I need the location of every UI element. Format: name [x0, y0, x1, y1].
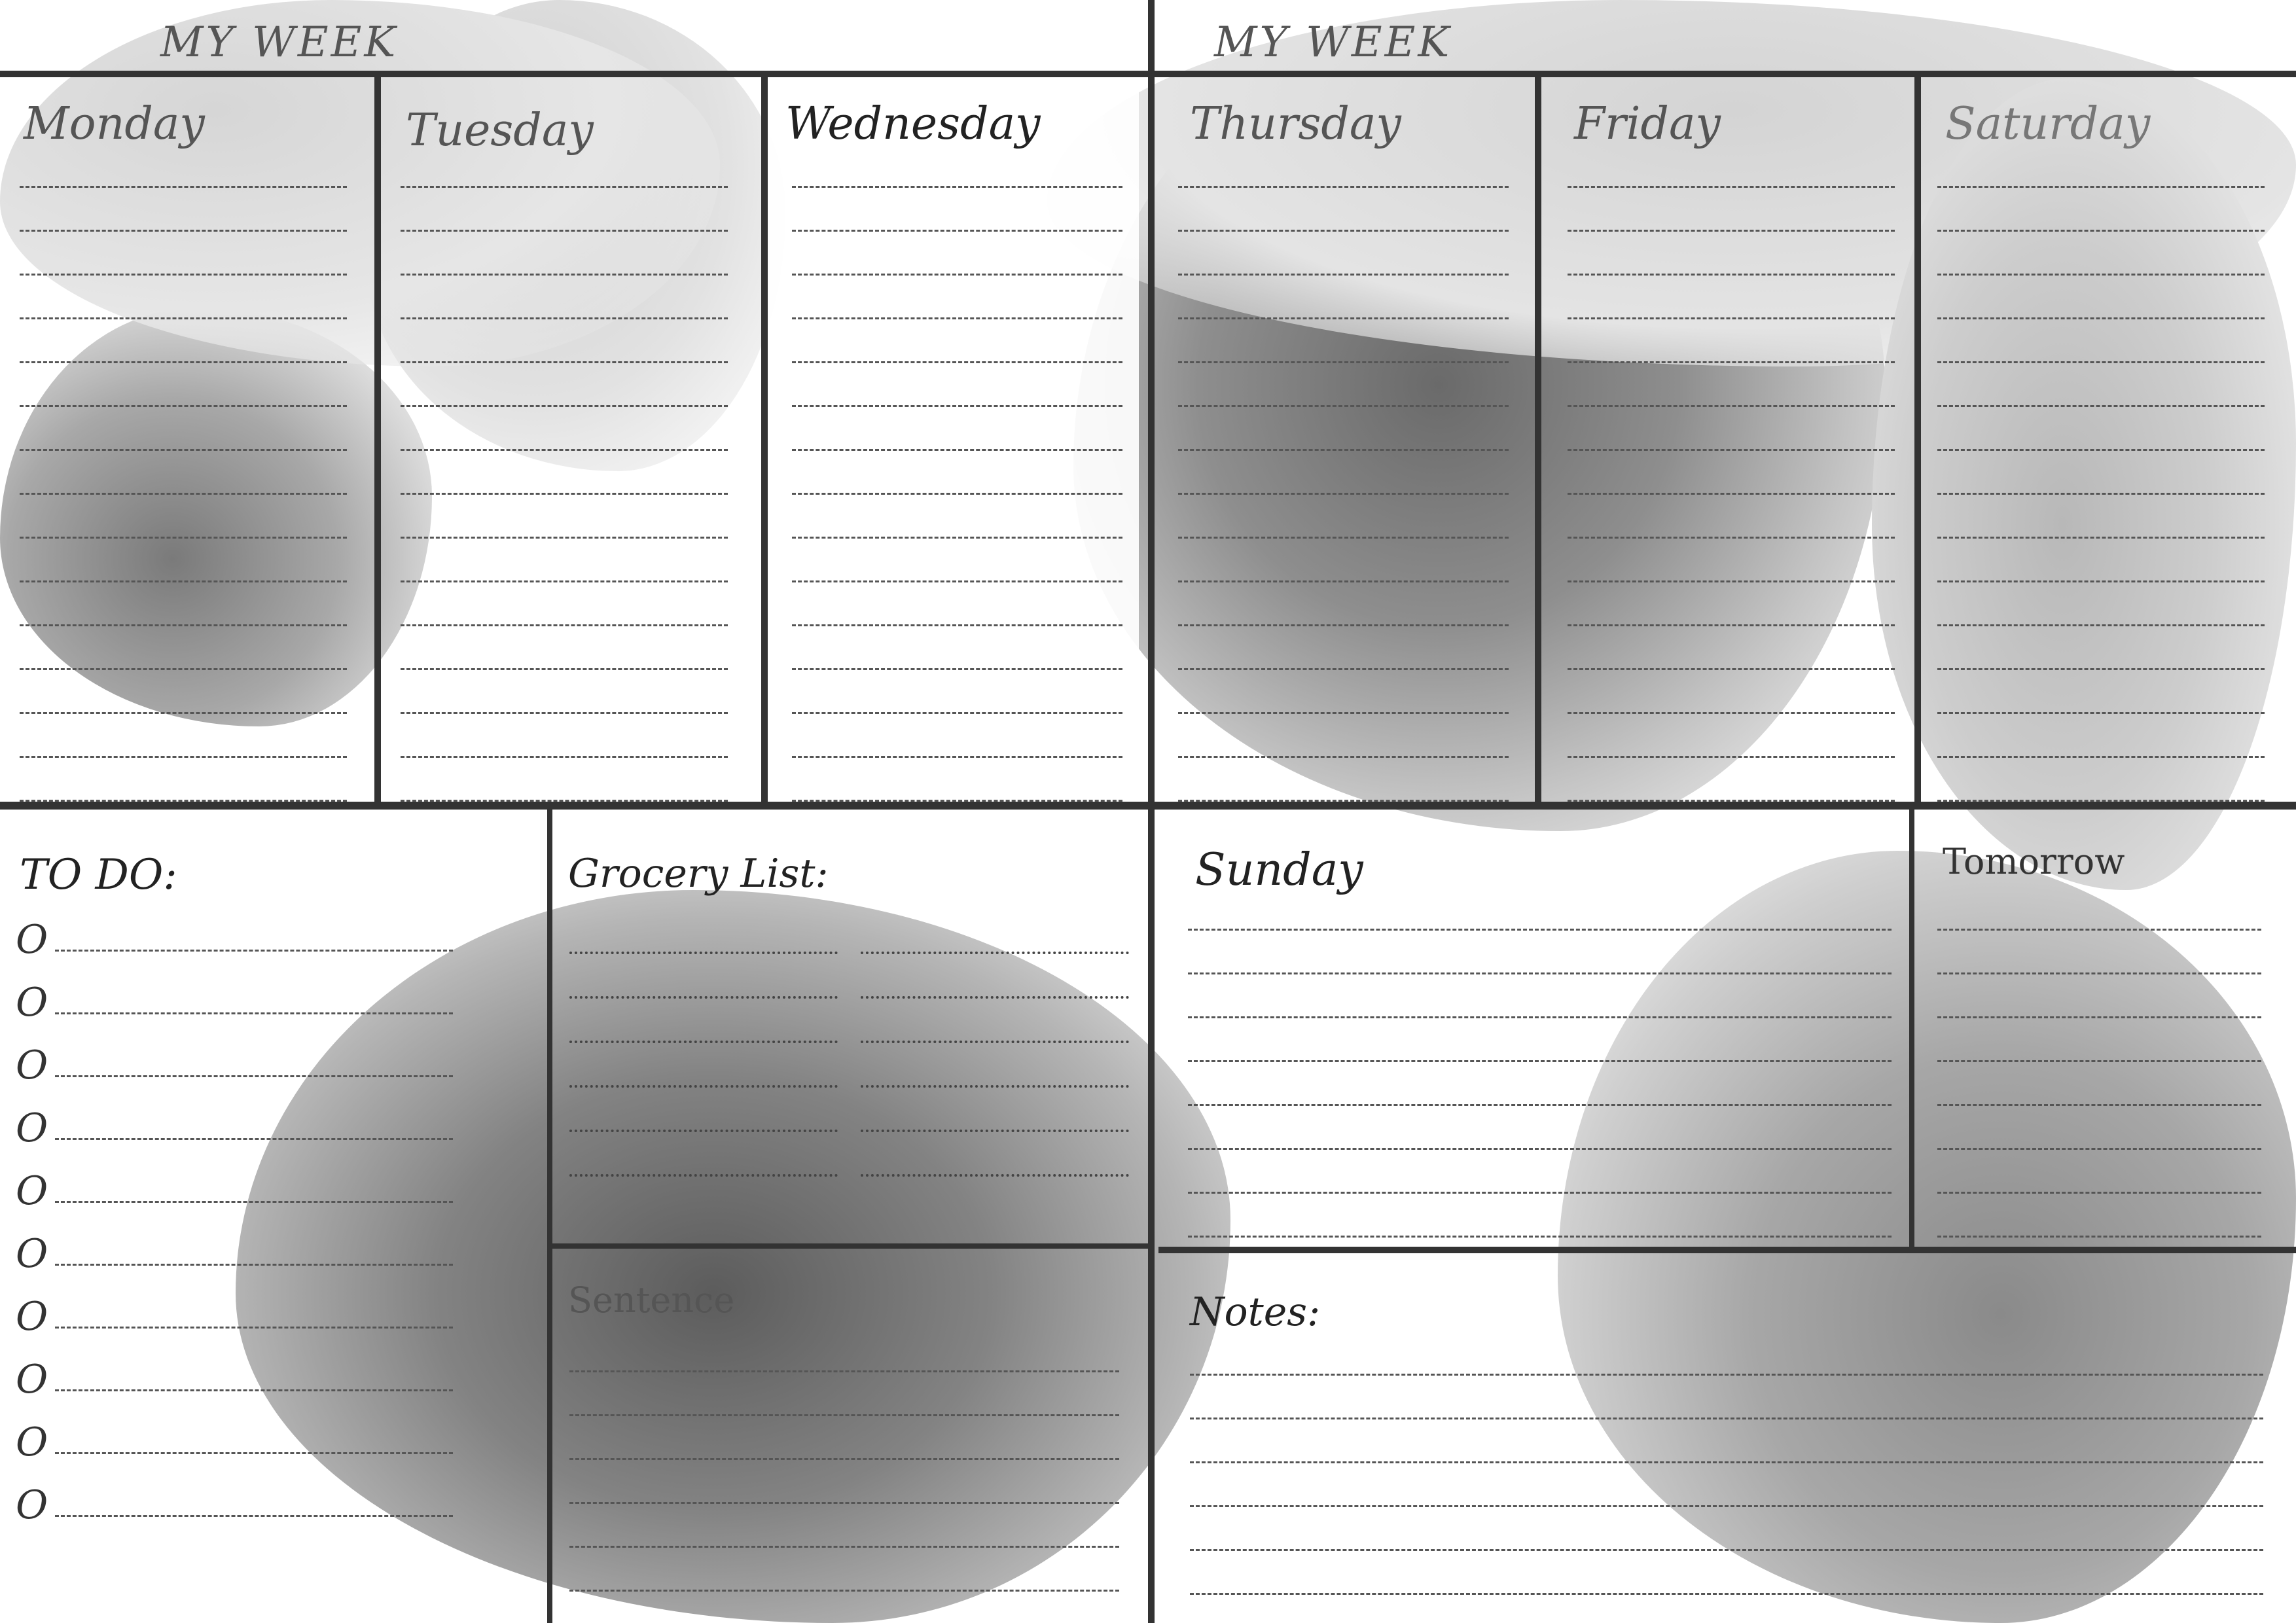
day-title-thursday: Thursday	[1190, 98, 1401, 150]
todo-checkbox-icon[interactable]: O	[16, 1109, 55, 1148]
divider-todo-grocery	[547, 808, 552, 1623]
divider-sunday-tomorrow	[1909, 808, 1914, 1250]
day-title-friday: Friday	[1574, 98, 1721, 150]
notes-lines[interactable]	[1190, 1332, 2263, 1595]
todo-item[interactable]: O	[16, 1462, 453, 1525]
todo-checkbox-icon[interactable]: O	[16, 1486, 55, 1525]
friday-lines[interactable]	[1568, 144, 1895, 802]
header-left-title: MY WEEK	[160, 18, 399, 67]
thursday-lines[interactable]	[1178, 144, 1509, 802]
todo-item[interactable]: O	[16, 1148, 453, 1211]
todo-checkbox-icon[interactable]: O	[16, 1297, 55, 1336]
todo-checkbox-icon[interactable]: O	[16, 1360, 55, 1399]
day-title-tomorrow: Tomorrow	[1943, 841, 2125, 882]
sentence-divider	[550, 1243, 1152, 1249]
tuesday-lines[interactable]	[401, 144, 728, 802]
todo-checkbox-icon[interactable]: O	[16, 1171, 55, 1211]
tomorrow-lines[interactable]	[1937, 887, 2261, 1238]
saturday-lines[interactable]	[1937, 144, 2265, 802]
notes-divider	[1158, 1247, 2296, 1253]
grocery-title: Grocery List:	[568, 851, 829, 897]
todo-item[interactable]: O	[16, 1274, 453, 1336]
todo-item[interactable]: O	[16, 1336, 453, 1399]
todo-checkbox-icon[interactable]: O	[16, 1234, 55, 1274]
divider-thu-fri	[1535, 75, 1541, 805]
todo-item[interactable]: O	[16, 1211, 453, 1274]
todo-checkbox-icon[interactable]: O	[16, 983, 55, 1022]
todo-item[interactable]: O	[16, 1085, 453, 1148]
notes-title: Notes:	[1190, 1289, 1321, 1335]
grocery-lines-right[interactable]	[861, 910, 1129, 1177]
day-title-saturday: Saturday	[1945, 98, 2151, 150]
divider-tue-wed	[761, 75, 768, 805]
todo-item[interactable]: O	[16, 1022, 453, 1085]
monday-lines[interactable]	[20, 144, 347, 802]
todo-checkbox-icon[interactable]: O	[16, 1046, 55, 1085]
todo-title: TO DO:	[20, 851, 177, 899]
todo-list: O O O O O O O O O O	[16, 897, 453, 1525]
sentence-lines[interactable]	[569, 1329, 1119, 1592]
sunday-lines[interactable]	[1188, 887, 1892, 1238]
todo-item[interactable]: O	[16, 1399, 453, 1462]
sentence-title: Sentence	[568, 1279, 735, 1321]
todo-item[interactable]: O	[16, 959, 453, 1022]
grocery-lines-left[interactable]	[569, 910, 838, 1177]
day-title-monday: Monday	[24, 98, 205, 150]
todo-checkbox-icon[interactable]: O	[16, 920, 55, 959]
header-right-title: MY WEEK	[1214, 18, 1452, 67]
divider-fri-sat	[1914, 75, 1921, 805]
day-title-wednesday: Wednesday	[785, 98, 1041, 150]
divider-mon-tue	[374, 75, 381, 805]
divider-wed-thu	[1148, 0, 1155, 1623]
todo-checkbox-icon[interactable]: O	[16, 1423, 55, 1462]
todo-item[interactable]: O	[16, 897, 453, 959]
wednesday-lines[interactable]	[792, 144, 1122, 802]
